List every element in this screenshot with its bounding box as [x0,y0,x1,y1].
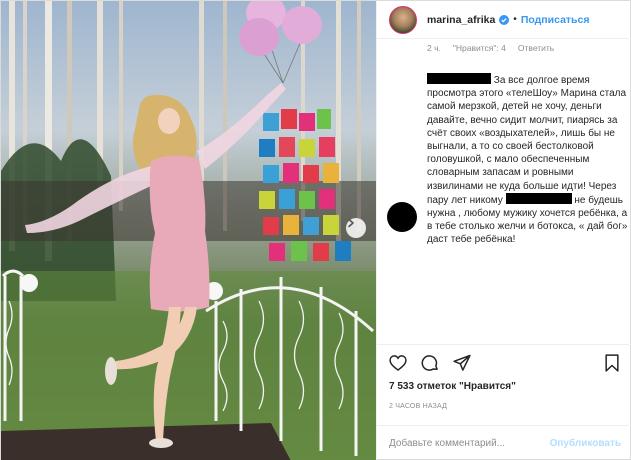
photo-illustration [1,1,376,460]
header-separator: • [513,14,517,25]
comment-button[interactable] [419,352,441,374]
comment-time: 2 ч. [427,43,441,53]
comment-input[interactable] [389,438,550,449]
likes-count[interactable]: 7 533 отметок "Нравится" [389,381,516,392]
post-time: 2 ЧАСОВ НАЗАД [389,403,448,410]
like-button[interactable] [387,352,409,374]
post-details-panel: marina_afrika • Подписаться 2 ч. "Нравит… [376,1,631,460]
next-photo-button[interactable] [346,218,366,238]
publish-button[interactable]: Опубликовать [550,438,621,449]
previous-comment-meta: 2 ч. "Нравится": 4 Ответить [427,43,554,53]
comment-avatar[interactable] [387,202,417,232]
chevron-right-icon [348,218,354,228]
comment-likes[interactable]: "Нравится": 4 [453,43,506,53]
redacted-username [427,73,491,84]
share-icon [453,354,471,371]
save-button[interactable] [601,352,623,374]
add-comment-bar: Опубликовать [377,425,631,460]
balloons [239,1,322,84]
redacted-word [505,192,572,204]
comment-text-part1: За все долгое время просмотра этого «тел… [427,75,627,206]
comment-icon [421,354,438,371]
heart-icon [389,354,407,371]
post-photo[interactable] [1,1,376,460]
username[interactable]: marina_afrika [427,14,495,26]
comment-text: За все долгое время просмотра этого «тел… [427,73,629,247]
share-button[interactable] [451,352,473,374]
follow-button[interactable]: Подписаться [521,14,590,26]
avatar[interactable] [389,5,417,34]
action-bar [377,344,631,380]
instagram-post: marina_afrika • Подписаться 2 ч. "Нравит… [0,0,631,460]
bookmark-icon [605,353,619,372]
reply-button[interactable]: Ответить [518,43,554,53]
post-header: marina_afrika • Подписаться [377,1,631,39]
verified-badge-icon [499,14,510,25]
